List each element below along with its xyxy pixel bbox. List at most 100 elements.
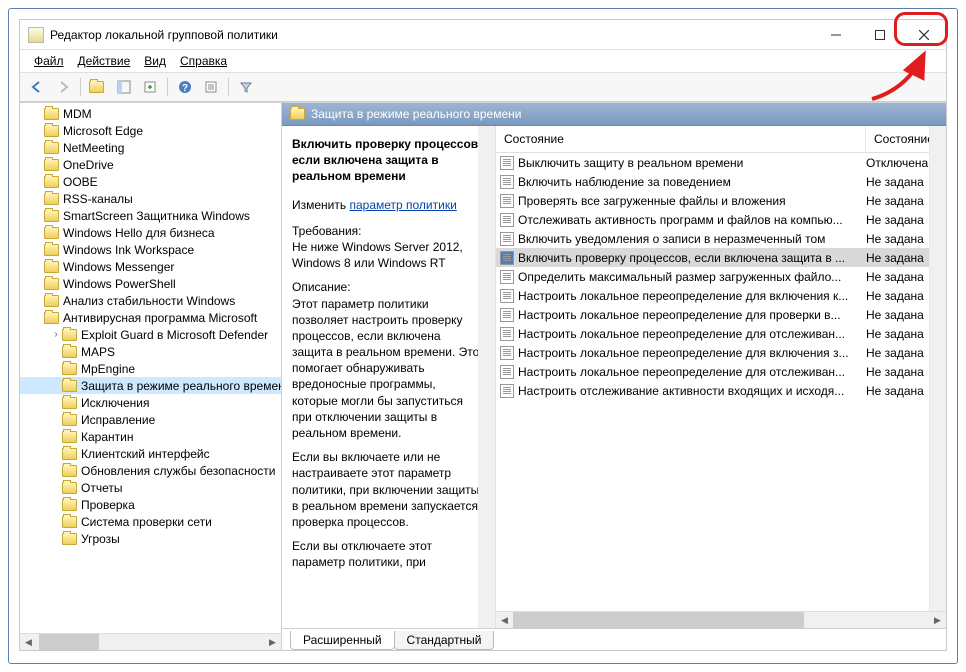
tree-item[interactable]: Клиентский интерфейс <box>20 445 281 462</box>
setting-icon <box>500 251 514 265</box>
setting-icon <box>500 194 514 208</box>
menu-view[interactable]: Вид <box>138 52 172 70</box>
scrollbar-thumb[interactable] <box>39 634 99 650</box>
list-row[interactable]: Выключить защиту в реальном времениОтклю… <box>496 153 946 172</box>
forward-button[interactable] <box>52 76 74 98</box>
tree-item[interactable]: Исправление <box>20 411 281 428</box>
window-title: Редактор локальной групповой политики <box>50 28 814 42</box>
folder-icon <box>290 108 305 120</box>
filter-button[interactable] <box>235 76 257 98</box>
list-row[interactable]: Определить максимальный размер загруженн… <box>496 267 946 286</box>
scroll-left-icon[interactable]: ◀ <box>496 612 513 628</box>
folder-icon <box>44 193 59 205</box>
close-button[interactable] <box>902 20 946 49</box>
tree-item[interactable]: Анализ стабильности Windows <box>20 292 281 309</box>
tree-item[interactable]: OOBE <box>20 173 281 190</box>
tree-item[interactable]: Windows Hello для бизнеса <box>20 224 281 241</box>
tree-item[interactable]: RSS-каналы <box>20 190 281 207</box>
tree-item[interactable]: SmartScreen Защитника Windows <box>20 207 281 224</box>
gpedit-window: Редактор локальной групповой политики Фа… <box>19 19 947 651</box>
folder-icon <box>62 499 77 511</box>
list-row[interactable]: Включить наблюдение за поведениемНе зада… <box>496 172 946 191</box>
menu-help[interactable]: Справка <box>174 52 233 70</box>
list-row[interactable]: Отслеживать активность программ и файлов… <box>496 210 946 229</box>
tree-item[interactable]: MpEngine <box>20 360 281 377</box>
folder-icon <box>44 312 59 324</box>
tree-item[interactable]: Windows PowerShell <box>20 275 281 292</box>
tree-item[interactable]: Отчеты <box>20 479 281 496</box>
tree-item[interactable]: Исключения <box>20 394 281 411</box>
setting-name: Настроить локальное переопределение для … <box>518 308 866 322</box>
help-button[interactable]: ? <box>174 76 196 98</box>
list-vertical-scrollbar[interactable] <box>929 126 946 611</box>
tree-pane: MDMMicrosoft Edge NetMeetingOneDriveOOBER… <box>20 103 282 650</box>
scroll-left-icon[interactable]: ◀ <box>20 634 37 650</box>
properties-button[interactable] <box>200 76 222 98</box>
tab-standard[interactable]: Стандартный <box>394 631 495 650</box>
column-header-state[interactable]: Состояние <box>496 126 866 152</box>
scrollbar-thumb[interactable] <box>513 612 804 628</box>
setting-name: Определить максимальный размер загруженн… <box>518 270 866 284</box>
menubar: Файл Действие Вид Справка <box>20 50 946 73</box>
edit-policy-link[interactable]: параметр политики <box>349 198 456 212</box>
setting-name: Включить наблюдение за поведением <box>518 175 866 189</box>
tree-item[interactable]: Проверка <box>20 496 281 513</box>
list-horizontal-scrollbar[interactable]: ◀ ▶ <box>496 611 946 628</box>
list-row[interactable]: Настроить локальное переопределение для … <box>496 324 946 343</box>
up-folder-button[interactable] <box>87 76 109 98</box>
list-row[interactable]: Включить проверку процессов, если включе… <box>496 248 946 267</box>
setting-icon <box>500 213 514 227</box>
tab-extended[interactable]: Расширенный <box>290 631 395 650</box>
folder-icon <box>62 380 77 392</box>
list-row[interactable]: Настроить локальное переопределение для … <box>496 305 946 324</box>
tree-horizontal-scrollbar[interactable]: ◀ ▶ <box>20 633 281 650</box>
edit-policy-line: Изменить параметр политики <box>292 197 483 213</box>
folder-icon <box>44 244 59 256</box>
tree-item[interactable]: Обновления службы безопасности <box>20 462 281 479</box>
list-row[interactable]: Настроить локальное переопределение для … <box>496 343 946 362</box>
maximize-button[interactable] <box>858 20 902 49</box>
setting-icon <box>500 270 514 284</box>
list-row[interactable]: Проверять все загруженные файлы и вложен… <box>496 191 946 210</box>
tree-item[interactable]: Угрозы <box>20 530 281 547</box>
folder-icon <box>44 278 59 290</box>
tree-item[interactable]: Windows Ink Workspace <box>20 241 281 258</box>
setting-icon <box>500 232 514 246</box>
minimize-button[interactable] <box>814 20 858 49</box>
tree-item[interactable]: MDM <box>20 105 281 122</box>
tree-item[interactable]: Антивирусная программа Microsoft <box>20 309 281 326</box>
description-scrollbar[interactable] <box>478 126 495 628</box>
tree-item-label: Отчеты <box>81 481 122 495</box>
scroll-right-icon[interactable]: ▶ <box>929 612 946 628</box>
tree-item-label: Карантин <box>81 430 133 444</box>
show-hide-tree-button[interactable] <box>113 76 135 98</box>
folder-icon <box>62 465 77 477</box>
tree-item[interactable]: Защита в режиме реального времени <box>20 377 281 394</box>
folder-icon <box>62 346 77 358</box>
scroll-right-icon[interactable]: ▶ <box>264 634 281 650</box>
tree-item[interactable]: MAPS <box>20 343 281 360</box>
tree-item-label: Клиентский интерфейс <box>81 447 210 461</box>
tree-item[interactable]: OneDrive <box>20 156 281 173</box>
tree-item[interactable]: ›Exploit Guard в Microsoft Defender <box>20 326 281 343</box>
tree-item[interactable]: Windows Messenger <box>20 258 281 275</box>
list-row[interactable]: Настроить локальное переопределение для … <box>496 362 946 381</box>
folder-icon <box>44 295 59 307</box>
back-button[interactable] <box>26 76 48 98</box>
menu-file[interactable]: Файл <box>28 52 70 70</box>
export-button[interactable] <box>139 76 161 98</box>
breadcrumb: Защита в режиме реального времени <box>282 103 946 126</box>
tree-item[interactable]: Microsoft Edge <box>20 122 281 139</box>
tree-item-label: Исключения <box>81 396 150 410</box>
folder-icon <box>44 108 59 120</box>
list-row[interactable]: Настроить локальное переопределение для … <box>496 286 946 305</box>
tree-item[interactable]: Система проверки сети <box>20 513 281 530</box>
expand-icon[interactable]: › <box>50 329 62 340</box>
menu-action[interactable]: Действие <box>72 52 137 70</box>
list-row[interactable]: Настроить отслеживание активности входящ… <box>496 381 946 400</box>
list-row[interactable]: Включить уведомления о записи в неразмеч… <box>496 229 946 248</box>
tree-item-label: Угрозы <box>81 532 120 546</box>
tree-item[interactable]: NetMeeting <box>20 139 281 156</box>
tree-item[interactable]: Карантин <box>20 428 281 445</box>
tree-item-label: NetMeeting <box>63 141 124 155</box>
